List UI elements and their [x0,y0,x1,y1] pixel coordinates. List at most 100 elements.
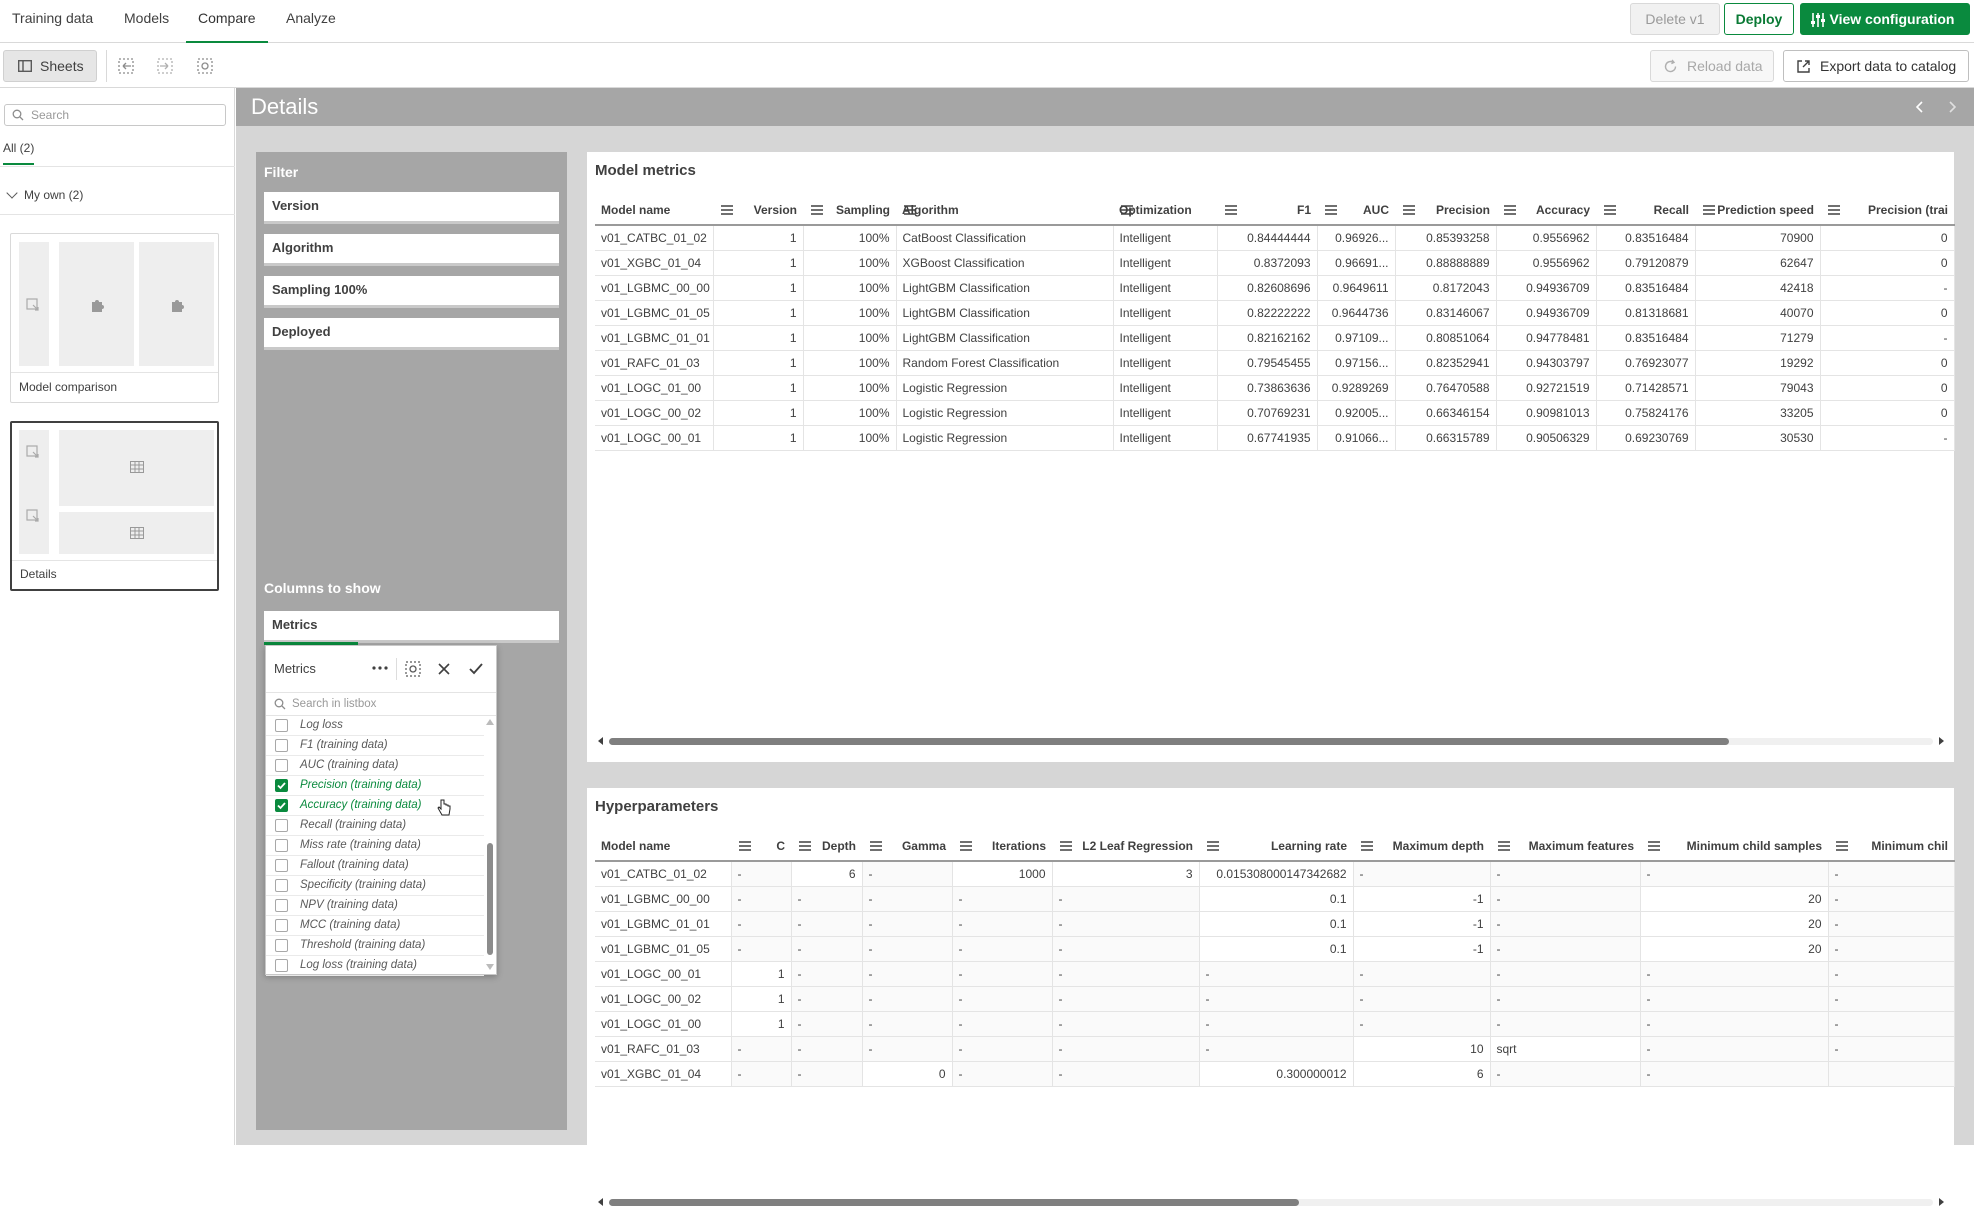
column-menu-icon[interactable] [1060,841,1072,851]
table-row[interactable]: v01_CATBC_01_02 1 100% CatBoost Classificat… [595,225,1955,251]
table-row[interactable]: v01_LGBMC_01_05 1 100% LightGBM Classificat… [595,300,1955,326]
checkbox[interactable] [275,819,288,832]
column-menu-icon[interactable] [960,841,972,851]
column-header[interactable]: Algorithm [896,195,1113,226]
scroll-right-icon[interactable] [1937,737,1945,745]
delete-button[interactable]: Delete v1 [1630,3,1720,35]
listbox-item[interactable]: MCC (training data) [266,916,484,936]
column-header[interactable]: Version [713,195,803,226]
checkbox[interactable] [275,919,288,932]
column-menu-icon[interactable] [1703,205,1715,215]
column-header[interactable]: Minimum child samples [1640,831,1828,862]
horizontal-scrollbar[interactable] [595,734,1947,748]
table-row[interactable]: v01_LOGC_00_02 1- - - - - - - - - [595,986,1955,1012]
back-selection-icon[interactable] [115,55,137,77]
listbox-item[interactable]: Accuracy (training data) [266,796,484,816]
checkbox[interactable] [275,959,288,972]
column-header[interactable]: F1 [1217,195,1317,226]
column-header[interactable]: Minimum chil [1828,831,1954,862]
filter-version[interactable]: Version [264,192,559,224]
chevron-right-icon[interactable] [1946,101,1958,113]
table-row[interactable]: v01_LGBMC_01_01- - - - -0.1 -1-20- [595,911,1955,937]
listbox-item[interactable]: Precision (training data) [266,776,484,796]
column-header[interactable]: Model name [595,195,713,226]
column-menu-icon[interactable] [1604,205,1616,215]
tab-analyze[interactable]: Analyze [274,0,348,43]
column-header[interactable]: Model name [595,831,731,862]
column-menu-icon[interactable] [1498,841,1510,851]
column-menu-icon[interactable] [1403,205,1415,215]
horizontal-scrollbar[interactable] [595,1195,1947,1209]
column-header[interactable]: Prediction speed [1695,195,1820,226]
deploy-button[interactable]: Deploy [1724,3,1794,35]
column-menu-icon[interactable] [1648,841,1660,851]
table-row[interactable]: v01_LOGC_01_00 1 100% Logistic Regression In… [595,375,1955,401]
column-menu-icon[interactable] [1828,205,1840,215]
clear-selections-icon[interactable] [404,660,422,678]
checkbox[interactable] [275,779,288,792]
column-menu-icon[interactable] [721,205,733,215]
checkbox[interactable] [275,859,288,872]
column-header[interactable]: Maximum depth [1353,831,1490,862]
listbox-item[interactable]: Threshold (training data) [266,936,484,956]
column-menu-icon[interactable] [1325,205,1337,215]
sheet-thumbnail-details[interactable]: Details [10,421,219,591]
column-header[interactable]: Gamma [862,831,952,862]
tab-compare[interactable]: Compare [186,0,268,43]
view-configuration-button[interactable]: View configuration [1800,3,1970,35]
column-header[interactable]: L2 Leaf Regression [1052,831,1199,862]
listbox-item[interactable]: Recall (training data) [266,816,484,836]
table-row[interactable]: v01_LOGC_00_01 1 100% Logistic Regression In… [595,425,1955,451]
column-menu-icon[interactable] [1207,841,1219,851]
chevron-left-icon[interactable] [1914,101,1926,113]
column-menu-icon[interactable] [1361,841,1373,851]
tab-all-sheets[interactable]: All (2) [3,141,35,165]
listbox-item[interactable]: NPV (training data) [266,896,484,916]
column-header[interactable]: Iterations [952,831,1052,862]
column-menu-icon[interactable] [1225,205,1237,215]
scroll-left-icon[interactable] [597,1198,605,1206]
column-header[interactable]: Accuracy [1496,195,1596,226]
listbox-item[interactable]: Log loss [266,716,484,736]
forward-selection-icon[interactable] [154,55,176,77]
column-menu-icon[interactable] [799,841,811,851]
close-icon[interactable] [438,663,450,675]
table-row[interactable]: v01_LGBMC_01_01 1 100% LightGBM Classificat… [595,325,1955,351]
checkbox[interactable] [275,759,288,772]
column-header[interactable]: Depth [791,831,862,862]
checkbox[interactable] [275,839,288,852]
group-my-own[interactable]: My own (2) [6,187,83,202]
sheets-button[interactable]: Sheets [3,50,97,82]
clear-selections-icon[interactable] [194,55,216,77]
table-row[interactable]: v01_LGBMC_01_05- - - - -0.1 -1-20- [595,936,1955,962]
table-row[interactable]: v01_CATBC_01_02-6-1000 3 0.015308000147342… [595,861,1955,887]
table-row[interactable]: v01_LGBMC_00_00 1 100% LightGBM Classificat… [595,275,1955,301]
column-menu-icon[interactable] [870,841,882,851]
column-header[interactable]: C [731,831,791,862]
column-header[interactable]: Sampling [803,195,896,226]
column-menu-icon[interactable] [811,205,823,215]
column-header[interactable]: AUC [1317,195,1395,226]
column-menu-icon[interactable] [1836,841,1848,851]
column-menu-icon[interactable] [1504,205,1516,215]
listbox-item[interactable]: AUC (training data) [266,756,484,776]
table-row[interactable]: v01_LGBMC_00_00- - - - -0.1 -1-20- [595,886,1955,912]
column-header[interactable]: Recall [1596,195,1695,226]
listbox-item[interactable]: Fallout (training data) [266,856,484,876]
tab-models[interactable]: Models [112,0,181,43]
column-header[interactable]: Precision (trai [1820,195,1954,226]
listbox-item[interactable]: Log loss (training data) [266,956,484,976]
column-header[interactable]: Maximum features [1490,831,1640,862]
tab-training-data[interactable]: Training data [0,0,105,43]
sheet-search-input[interactable]: Search [4,104,226,126]
checkbox[interactable] [275,799,288,812]
column-header[interactable]: Optimization [1113,195,1217,226]
checkbox[interactable] [275,939,288,952]
table-row[interactable]: v01_RAFC_01_03- - - - - -10 sqrt - - [595,1036,1955,1062]
column-menu-icon[interactable] [739,841,751,851]
checkbox[interactable] [275,719,288,732]
table-row[interactable]: v01_XGBC_01_04 1 100% XGBoost Classificatio… [595,250,1955,276]
table-row[interactable]: v01_LOGC_00_02 1 100% Logistic Regression In… [595,400,1955,426]
listbox-search-input[interactable]: Search in listbox [266,693,496,715]
reload-data-button[interactable]: Reload data [1650,50,1774,82]
